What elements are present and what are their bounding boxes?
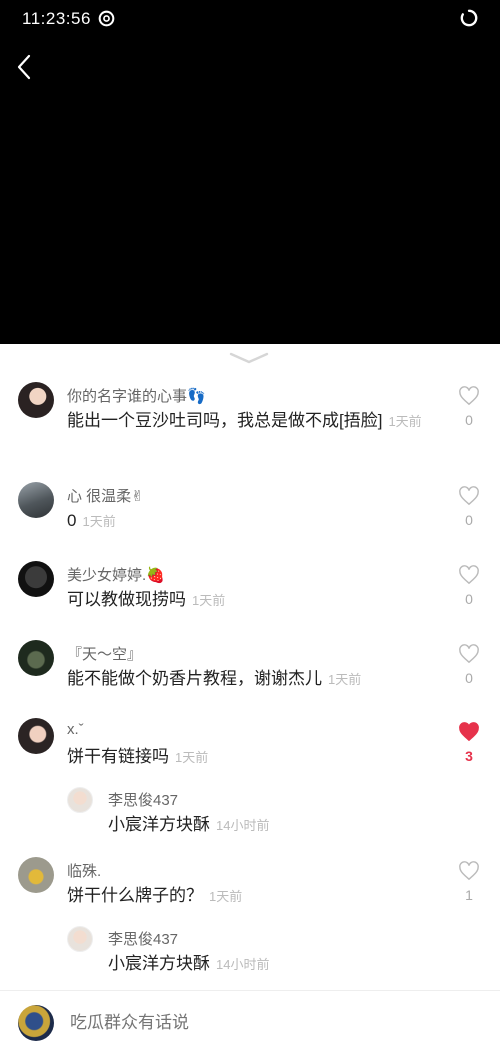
comment-username[interactable]: x.ˇ (67, 721, 84, 738)
comment-time: 1天前 (175, 750, 209, 765)
like-count: 0 (465, 670, 473, 686)
comment-input[interactable] (70, 1011, 470, 1035)
my-avatar[interactable] (18, 1005, 54, 1041)
reply-time: 14小时前 (216, 818, 270, 833)
comment-body: 饼干什么牌子的？ (67, 886, 203, 905)
comment-username[interactable]: 心 很温柔✌ (67, 485, 144, 506)
like-count: 1 (465, 887, 473, 903)
comment-item: 临殊. 饼干什么牌子的？ 1天前 1 李思俊437 小宸洋方块酥 14小时前 (0, 857, 500, 977)
avatar[interactable] (18, 718, 54, 754)
comment-time: 1天前 (328, 672, 362, 687)
comment-text[interactable]: 可以教做现捞吗 1天前 (67, 587, 437, 613)
comment-body: 能出一个豆沙吐司吗，我总是做不成[捂脸] (67, 411, 383, 430)
comment-text[interactable]: 0 1天前 (67, 508, 437, 534)
comment-time: 1天前 (209, 889, 243, 904)
comment-input-bar (0, 990, 500, 1056)
comment-body: 饼干有链接吗 (67, 747, 169, 766)
avatar[interactable] (67, 926, 93, 952)
like-count: 3 (465, 748, 473, 764)
reply-text[interactable]: 小宸洋方块酥 14小时前 (108, 812, 438, 838)
video-area[interactable] (0, 0, 500, 344)
avatar[interactable] (18, 640, 54, 676)
back-icon[interactable] (12, 50, 36, 84)
comment-text[interactable]: 能出一个豆沙吐司吗，我总是做不成[捂脸] 1天前 (67, 408, 437, 434)
comment-item: 心 很温柔✌ 0 1天前 0 (0, 482, 500, 532)
comment-text[interactable]: 饼干什么牌子的？ 1天前 (67, 883, 437, 909)
status-time: 11:23:56 (22, 9, 91, 28)
avatar[interactable] (18, 561, 54, 597)
heart-outline-icon[interactable] (458, 861, 480, 881)
comment-item: x.ˇ 饼干有链接吗 1天前 3 李思俊437 小宸洋方块酥 14小时前 (0, 718, 500, 838)
comment-username[interactable]: 临殊. (67, 860, 101, 881)
comment-username[interactable]: 美少女婷婷.🍓 (67, 564, 165, 585)
collapse-chevron-icon[interactable] (229, 351, 269, 365)
heart-outline-icon[interactable] (458, 565, 480, 585)
reply-body: 小宸洋方块酥 (108, 954, 210, 973)
heart-outline-icon[interactable] (458, 386, 480, 406)
reply-username[interactable]: 李思俊437 (108, 789, 178, 810)
like-count: 0 (465, 412, 473, 428)
avatar[interactable] (18, 482, 54, 518)
comment-time: 1天前 (192, 593, 226, 608)
avatar[interactable] (18, 857, 54, 893)
comment-item: 『天～空』 能不能做个奶香片教程，谢谢杰儿 1天前 0 (0, 640, 500, 690)
heart-outline-icon[interactable] (458, 486, 480, 506)
netease-music-icon (98, 10, 115, 27)
status-bar: 11:23:56 (0, 0, 500, 40)
heart-outline-icon[interactable] (458, 644, 480, 664)
heart-filled-icon[interactable] (458, 722, 480, 742)
avatar[interactable] (67, 787, 93, 813)
loading-icon (460, 9, 478, 27)
avatar[interactable] (18, 382, 54, 418)
comment-item: 美少女婷婷.🍓 可以教做现捞吗 1天前 0 (0, 561, 500, 611)
like-count: 0 (465, 512, 473, 528)
comment-username[interactable]: 『天～空』 (67, 643, 142, 664)
reply-body: 小宸洋方块酥 (108, 815, 210, 834)
comment-body: 可以教做现捞吗 (67, 590, 186, 609)
comment-time: 1天前 (82, 514, 116, 529)
reply-text[interactable]: 小宸洋方块酥 14小时前 (108, 951, 438, 977)
reply-username[interactable]: 李思俊437 (108, 928, 178, 949)
comment-username[interactable]: 你的名字谁的心事👣 (67, 385, 206, 406)
comment-body: 能不能做个奶香片教程，谢谢杰儿 (67, 669, 322, 688)
reply-time: 14小时前 (216, 957, 270, 972)
comment-body: 0 (67, 511, 77, 530)
comment-text[interactable]: 能不能做个奶香片教程，谢谢杰儿 1天前 (67, 666, 437, 692)
comment-time: 1天前 (388, 414, 422, 429)
comment-item: 你的名字谁的心事👣 能出一个豆沙吐司吗，我总是做不成[捂脸] 1天前 0 (0, 382, 500, 460)
like-count: 0 (465, 591, 473, 607)
comment-text[interactable]: 饼干有链接吗 1天前 (67, 744, 437, 770)
